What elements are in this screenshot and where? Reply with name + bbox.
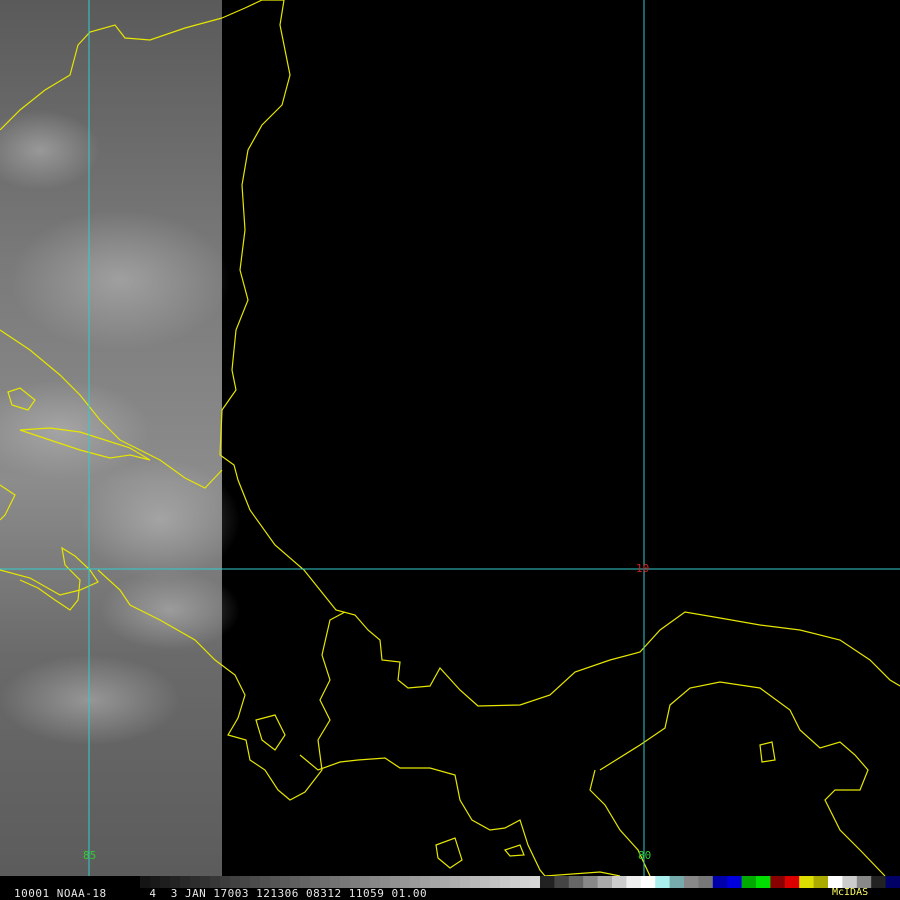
gray-swatch	[470, 876, 480, 888]
color-swatch	[756, 876, 771, 888]
gray-swatch	[500, 876, 510, 888]
color-swatch	[540, 876, 555, 888]
gray-swatch	[450, 876, 460, 888]
color-swatch	[885, 876, 900, 888]
color-swatch	[612, 876, 627, 888]
color-swatch	[770, 876, 786, 888]
color-swatch	[583, 876, 599, 888]
image-info-line: 10001 NOAA-18 4 3 JAN 17003 121306 08312…	[14, 887, 428, 900]
color-swatch	[684, 876, 699, 888]
color-swatch	[640, 876, 656, 888]
color-swatch	[597, 876, 613, 888]
lon-label-80: 80	[638, 849, 651, 862]
gray-swatch	[460, 876, 470, 888]
color-swatch	[568, 876, 584, 888]
color-swatch	[727, 876, 743, 888]
color-swatch	[698, 876, 714, 888]
gray-swatch	[430, 876, 440, 888]
color-swatch	[871, 876, 887, 888]
gray-swatch	[510, 876, 520, 888]
color-swatch	[669, 876, 685, 888]
mcidas-logo: McIDAS	[832, 887, 869, 898]
color-swatch	[799, 876, 815, 888]
color-swatch	[626, 876, 642, 888]
color-swatch	[813, 876, 829, 888]
gray-swatch	[480, 876, 490, 888]
gray-swatch	[530, 876, 540, 888]
gray-swatch	[520, 876, 530, 888]
satellite-map: 10 85 80	[0, 0, 900, 876]
lat-label-10: 10	[636, 562, 649, 575]
color-swatch	[655, 876, 671, 888]
color-swatch	[712, 876, 728, 888]
ir-imagery-swath	[0, 0, 240, 876]
color-swatch	[784, 876, 800, 888]
color-swatch	[554, 876, 570, 888]
color-swatch	[741, 876, 757, 888]
lon-label-85: 85	[83, 849, 96, 862]
gray-swatch	[490, 876, 500, 888]
gray-swatch	[440, 876, 450, 888]
